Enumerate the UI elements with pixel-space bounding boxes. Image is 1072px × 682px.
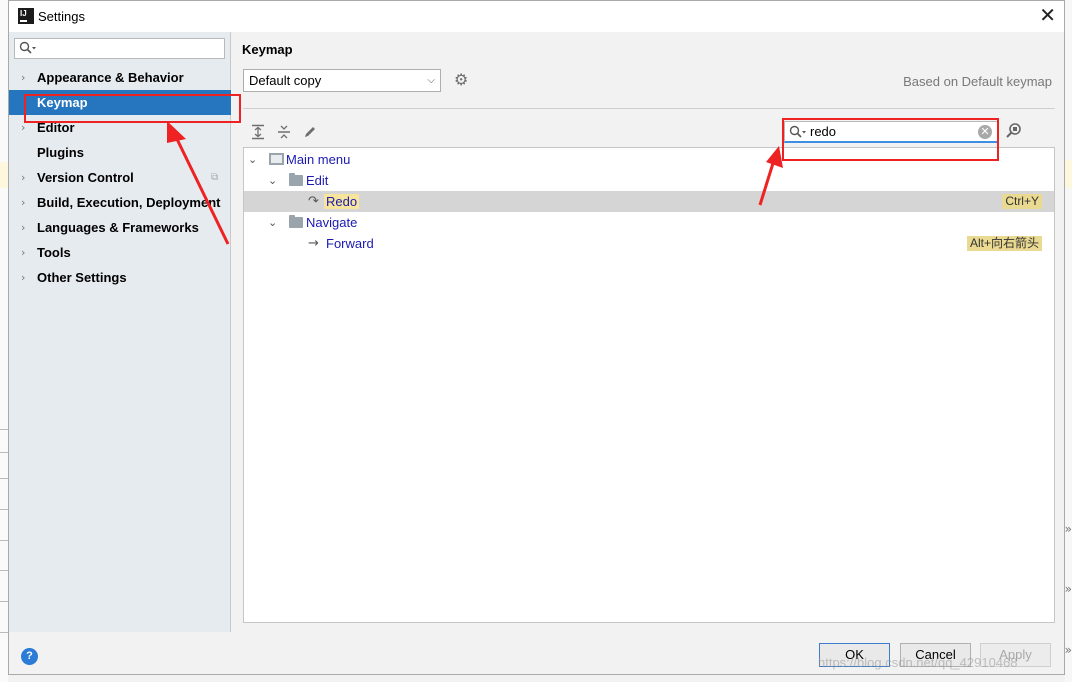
annotation-arrows: [167, 121, 783, 245]
annotation-arrowhead: [766, 146, 783, 168]
annotation-arrow-line: [173, 134, 230, 245]
annotation-arrowhead: [167, 121, 186, 143]
annotation-arrow-line: [758, 159, 776, 206]
